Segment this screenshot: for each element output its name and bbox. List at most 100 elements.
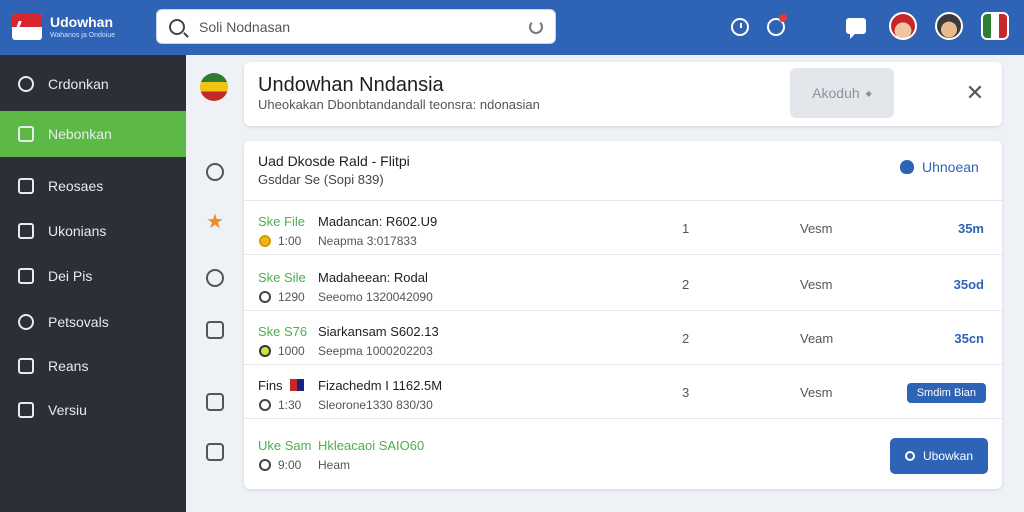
clock-icon[interactable] xyxy=(731,18,749,36)
logo-subtitle: Wahanos ja Ondoiue xyxy=(50,32,116,39)
sidebar-item-label: Nebonkan xyxy=(48,126,112,142)
search-input[interactable]: Soli Nodnasan xyxy=(199,19,529,35)
status-dot-icon xyxy=(259,291,271,303)
flag-icon[interactable] xyxy=(200,73,228,101)
close-icon[interactable]: ✕ xyxy=(962,80,988,106)
sidebar-item-reosaes[interactable]: Reosaes xyxy=(0,163,186,209)
gear-icon[interactable] xyxy=(206,269,224,287)
row-time-small: 1000 xyxy=(278,344,305,358)
app-logo[interactable]: Udowhan Wahanos ja Ondoiue xyxy=(12,10,142,44)
caret-right-icon: ◆ xyxy=(865,88,872,98)
table-row[interactable]: Fins Fizachedm I 1162.5M 1:30 Sleorone13… xyxy=(244,367,1002,419)
search-icon xyxy=(169,18,185,35)
header-card: Undowhan Nndansia Uheokakan Dbonbtandand… xyxy=(244,62,1002,126)
icon-rail: ★ xyxy=(186,55,242,512)
sidebar-item-nebonkan[interactable]: Nebonkan xyxy=(0,111,186,157)
list-action-label: Uhnoean xyxy=(922,159,979,175)
grid-icon xyxy=(18,126,34,142)
row-primary-button[interactable]: Ubowkan xyxy=(890,438,988,474)
sidebar-item-petsovals[interactable]: Petsovals xyxy=(0,299,186,345)
sidebar-item-label: Reans xyxy=(48,358,89,374)
row-time-small: 1:00 xyxy=(278,234,302,248)
row-time-small: 9:00 xyxy=(278,458,302,472)
flag-icon xyxy=(290,379,304,391)
search-icon xyxy=(18,314,34,330)
header-action-button[interactable]: Akoduh ◆ xyxy=(790,68,894,118)
sidebar-item-label: Petsovals xyxy=(48,314,109,330)
avatar[interactable] xyxy=(889,12,917,40)
row-tag: Ske File xyxy=(258,214,305,229)
row-meta: Neapma 3:017833 xyxy=(318,234,417,248)
list-header: Uad Dkosde Rald - Flitpi Gsddar Se (Sopi… xyxy=(244,141,1002,201)
row-primary-button-label: Ubowkan xyxy=(922,449,974,463)
row-name: Siarkansam S602.13 xyxy=(318,324,439,339)
table-row[interactable]: Ske File Madancan: R602.U9 1:00 Neapma 3… xyxy=(244,203,1002,255)
row-status: Vesm xyxy=(800,277,833,292)
row-meta: Seepma 1000202203 xyxy=(318,344,433,358)
row-meta: Heam xyxy=(318,458,351,472)
row-time-small: 1:30 xyxy=(278,398,302,412)
sidebar-item-ukonians[interactable]: Ukonians xyxy=(0,208,186,254)
row-tag: Ske Sile xyxy=(258,270,306,285)
chart-icon xyxy=(18,268,34,284)
sidebar-item-label: Versiu xyxy=(48,402,87,418)
search-bar[interactable]: Soli Nodnasan xyxy=(156,9,556,44)
list-icon xyxy=(18,223,34,239)
row-time-small: 1290 xyxy=(278,290,305,304)
refresh-icon[interactable] xyxy=(529,19,543,34)
row-action-pill[interactable]: Smdim Bian xyxy=(906,383,986,403)
row-tag: Uke Sam xyxy=(258,438,312,453)
row-meta: Seeomo 1320042090 xyxy=(318,290,433,304)
row-name: Fizachedm I 1162.5M xyxy=(318,378,443,393)
list-card: Uad Dkosde Rald - Flitpi Gsddar Se (Sopi… xyxy=(244,141,1002,489)
sidebar-item-versiu[interactable]: Versiu xyxy=(0,387,186,433)
row-name: Madancan: R602.U9 xyxy=(318,214,438,229)
window-icon xyxy=(18,358,34,374)
top-bar: Udowhan Wahanos ja Ondoiue Soli Nodnasan xyxy=(0,0,1024,55)
row-count: 2 xyxy=(682,277,690,292)
bag-icon[interactable] xyxy=(206,443,224,461)
sidebar-item-label: Reosaes xyxy=(48,178,104,194)
row-name: Madaheean: Rodal xyxy=(318,270,428,285)
status-dot-icon xyxy=(259,235,271,247)
camera-icon[interactable] xyxy=(206,321,224,339)
list-action-link[interactable]: Uhnoean xyxy=(900,159,979,175)
page-title: Undowhan Nndansia xyxy=(258,74,444,96)
sidebar: Crdonkan Nebonkan Reosaes Ukonians Dei P… xyxy=(0,55,186,512)
chat-icon[interactable] xyxy=(846,18,866,39)
circle-icon xyxy=(904,451,915,461)
row-duration-link[interactable]: 35m xyxy=(958,221,984,236)
row-tag: Ske S76 xyxy=(258,324,308,339)
logo-flag-icon xyxy=(12,14,42,40)
sidebar-item-label: Ukonians xyxy=(48,223,107,239)
shield-icon xyxy=(900,160,914,174)
table-row[interactable]: Ske Sile Madaheean: Rodal 1290 Seeomo 13… xyxy=(244,259,1002,311)
sidebar-item-crdonkan[interactable]: Crdonkan xyxy=(0,61,186,107)
shapes-icon xyxy=(18,178,34,194)
star-icon[interactable]: ★ xyxy=(206,212,224,232)
message-icon[interactable] xyxy=(206,393,224,411)
status-dot-icon xyxy=(259,399,271,411)
avatar[interactable] xyxy=(981,12,1009,40)
table-row[interactable]: Ske S76 Siarkansam S602.13 1000 Seepma 1… xyxy=(244,313,1002,365)
row-meta: Sleorone1330 830/30 xyxy=(318,398,433,412)
page-subtitle: Uheokakan Dbonbtandandall teonsra: ndona… xyxy=(258,97,540,112)
table-row[interactable]: Uke Sam Hkleacaoi SAIO60 9:00 Heam Ubowk… xyxy=(244,427,1002,479)
row-duration-link[interactable]: 35od xyxy=(954,277,984,292)
status-dot-icon xyxy=(259,459,271,471)
row-status: Vesm xyxy=(800,385,833,400)
header-action-label: Akoduh xyxy=(812,85,860,101)
row-name: Hkleacaoi SAIO60 xyxy=(318,438,425,453)
row-tag: Fins xyxy=(258,378,283,393)
avatar[interactable] xyxy=(935,12,963,40)
sidebar-item-label: Dei Pis xyxy=(48,268,93,284)
play-icon xyxy=(18,402,34,418)
sidebar-item-reans[interactable]: Reans xyxy=(0,343,186,389)
row-count: 3 xyxy=(682,385,690,400)
leaf-icon[interactable] xyxy=(206,163,224,181)
sidebar-item-dei-pis[interactable]: Dei Pis xyxy=(0,253,186,299)
row-count: 2 xyxy=(682,331,690,346)
row-duration-link[interactable]: 35cn xyxy=(954,331,984,346)
sidebar-item-label: Crdonkan xyxy=(48,76,109,92)
row-status: Veam xyxy=(800,331,834,346)
